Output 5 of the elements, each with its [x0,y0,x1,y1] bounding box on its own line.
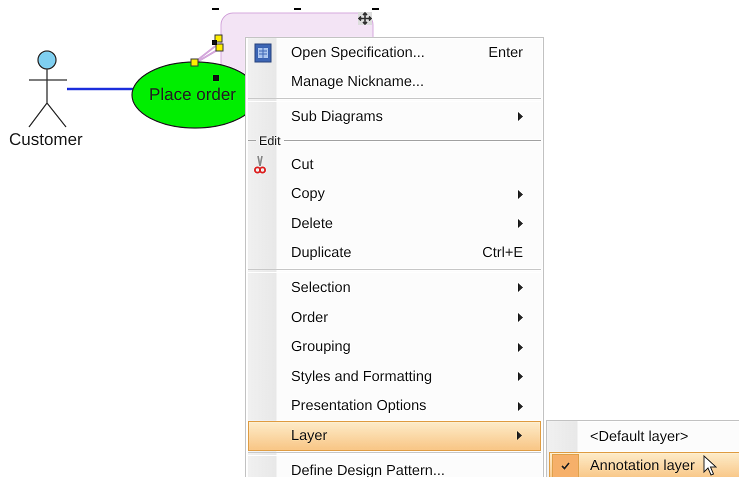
shortcut-label: Ctrl+E [482,245,523,262]
group-label: Edit [259,134,281,148]
shortcut-label: Enter [488,44,523,61]
use-case-name: Place order [149,85,236,105]
actor-name: Customer [9,130,83,150]
